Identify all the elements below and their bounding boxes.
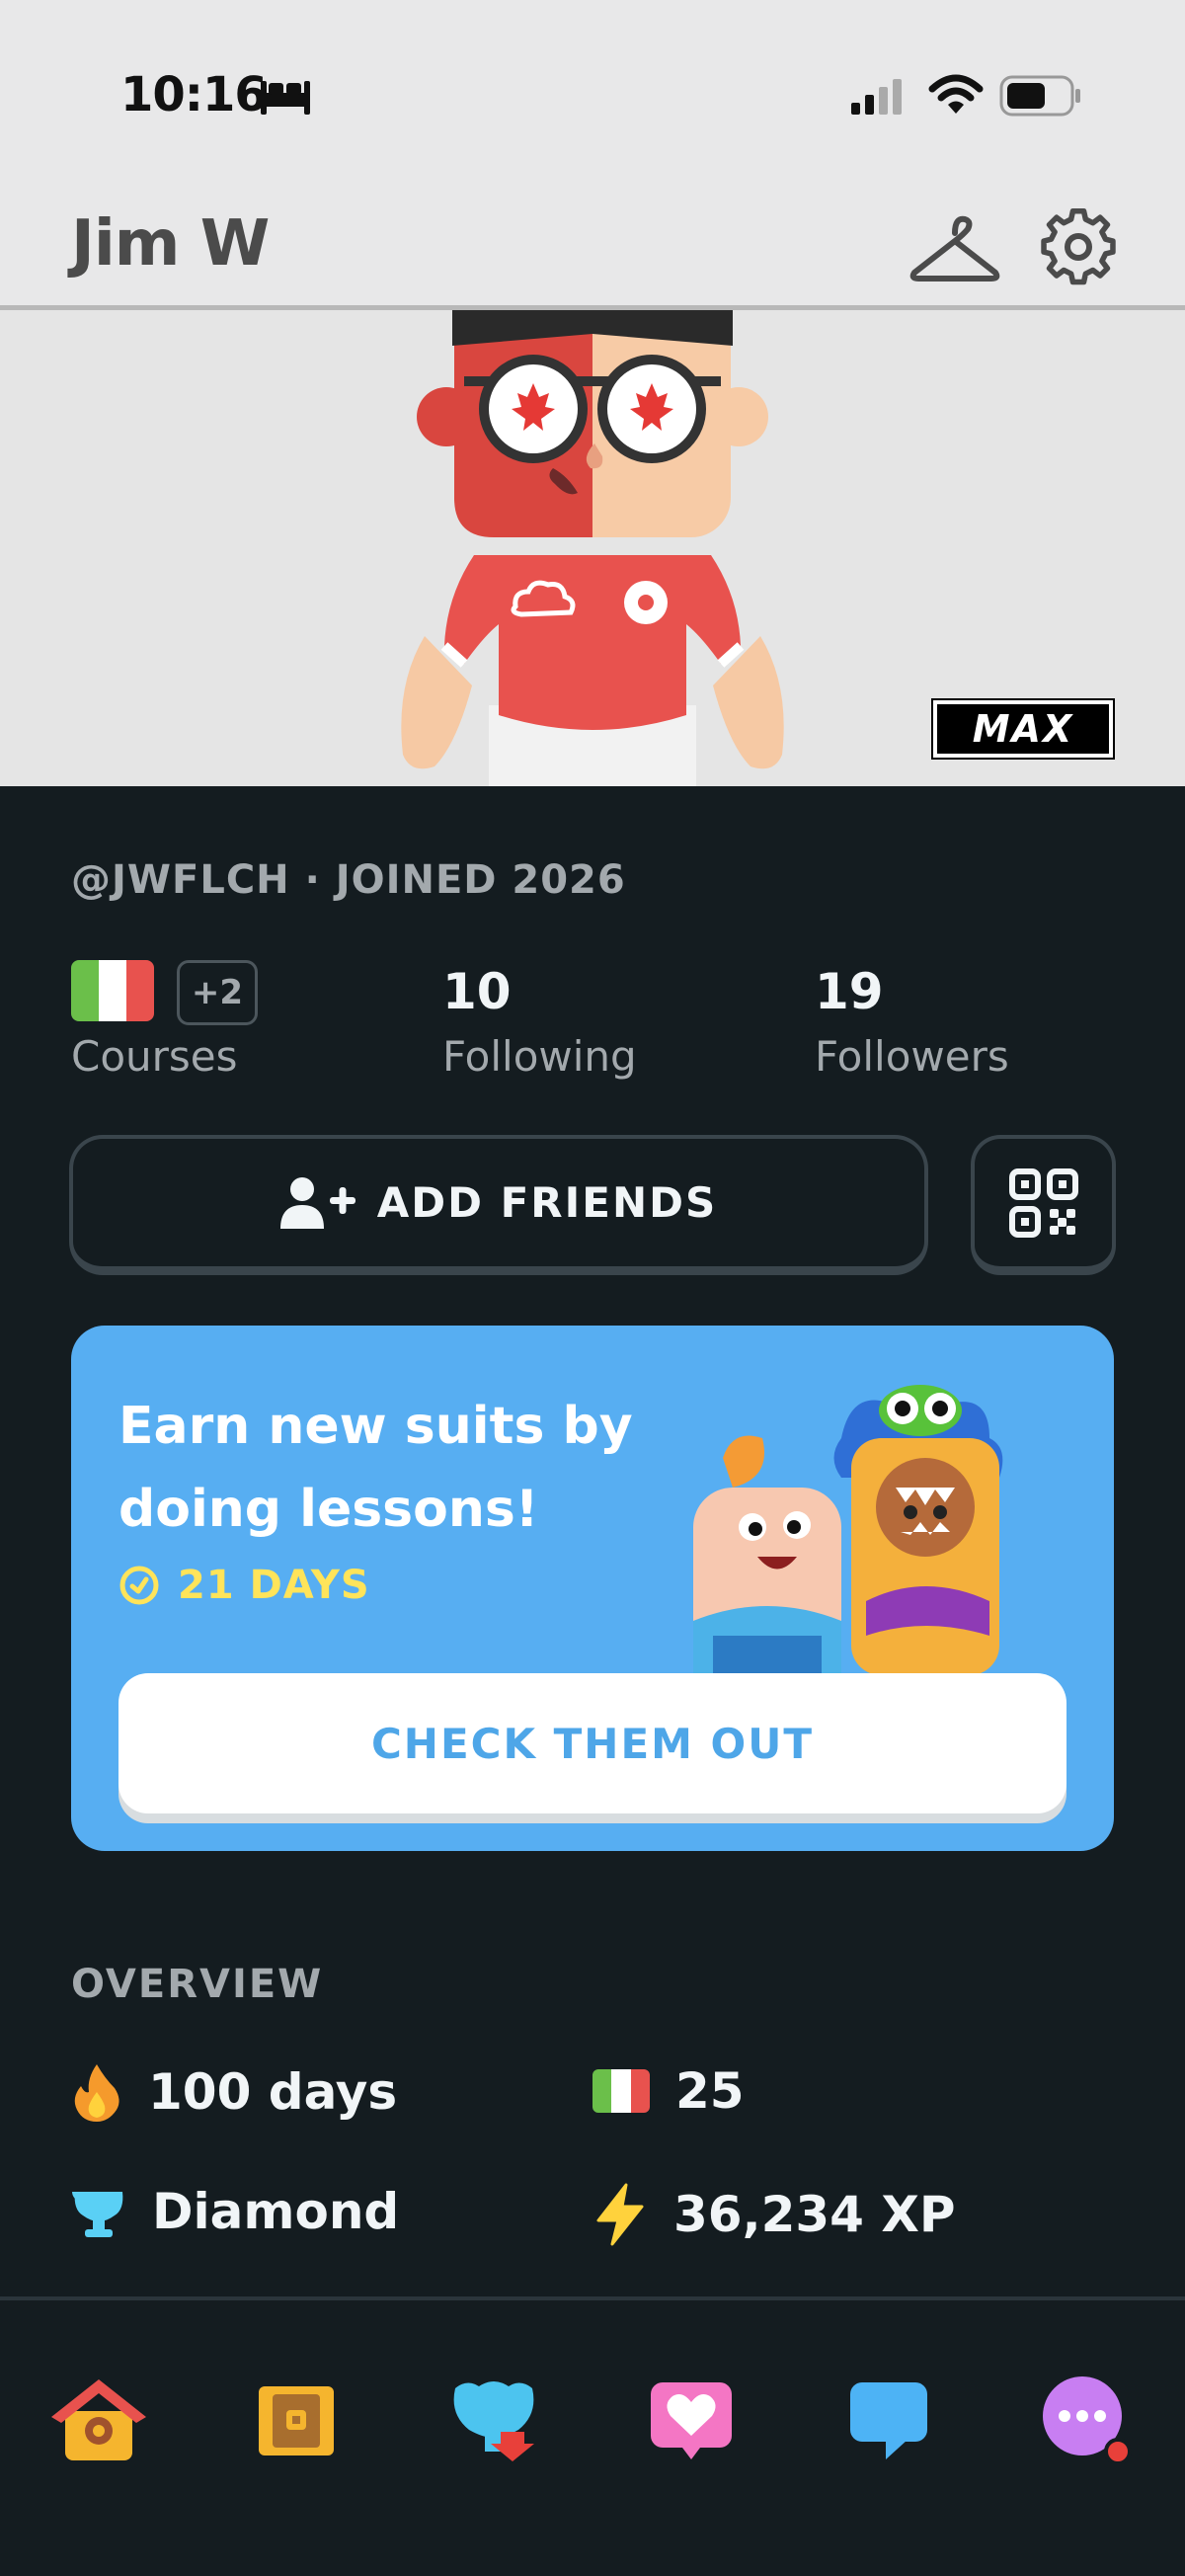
- avatar-display[interactable]: MAX: [0, 310, 1185, 786]
- username-joined: @JWFLCH · JOINED 2026: [71, 857, 626, 903]
- sleep-mode-icon: [261, 81, 310, 115]
- add-person-icon: [279, 1176, 356, 1229]
- streak-stat: 100 days: [71, 2062, 397, 2122]
- course-score-value: 25: [675, 2062, 745, 2120]
- promo-timer: 21 DAYS: [118, 1563, 370, 1608]
- extra-courses-badge[interactable]: +2: [177, 960, 258, 1025]
- gear-icon: [1041, 207, 1116, 285]
- xp-value: 36,234 XP: [673, 2186, 956, 2243]
- xp-stat: 36,234 XP: [592, 2183, 956, 2246]
- add-friends-label: ADD FRIENDS: [376, 1178, 718, 1227]
- course-score-stat: 25: [592, 2062, 745, 2120]
- suits-promo-card: Earn new suits by doing lessons! 21 DAYS…: [71, 1326, 1114, 1851]
- profile-name: Jim W: [71, 207, 270, 281]
- league-value: Diamond: [152, 2183, 400, 2240]
- header-area: 10:16 Jim W: [0, 0, 1185, 310]
- check-them-out-button[interactable]: CHECK THEM OUT: [118, 1673, 1066, 1813]
- avatar-wardrobe-button[interactable]: [908, 209, 1001, 288]
- settings-button[interactable]: [1041, 207, 1116, 286]
- clock-icon: [119, 1566, 159, 1605]
- chat-icon: [850, 2382, 927, 2459]
- lightning-icon: [596, 2183, 644, 2246]
- italian-flag-small-icon: [592, 2069, 650, 2113]
- streak-value: 100 days: [148, 2063, 398, 2121]
- following-count[interactable]: 10: [442, 963, 512, 1020]
- promo-characters-image: [693, 1385, 1003, 1675]
- followers-label[interactable]: Followers: [815, 1032, 1009, 1081]
- fire-icon: [74, 2064, 119, 2122]
- promo-days-label: 21 DAYS: [178, 1563, 370, 1608]
- battery-icon: [999, 75, 1080, 117]
- promo-title: Earn new suits by doing lessons!: [118, 1397, 633, 1539]
- max-badge: MAX: [931, 698, 1115, 760]
- hanger-icon: [909, 215, 1000, 282]
- nav-chat[interactable]: [834, 2366, 943, 2474]
- status-time: 10:16: [120, 67, 268, 122]
- home-icon: [51, 2379, 146, 2460]
- diamond-trophy-icon: [72, 2191, 123, 2237]
- check-them-out-label: CHECK THEM OUT: [370, 1719, 815, 1768]
- followers-count[interactable]: 19: [815, 963, 884, 1020]
- bottom-navigation: [0, 2300, 1185, 2576]
- italian-flag-icon[interactable]: [71, 960, 154, 1021]
- wifi-icon: [928, 74, 984, 114]
- cellular-signal-icon: [851, 79, 902, 115]
- league-icon: [453, 2381, 534, 2461]
- courses-label: Courses: [71, 1032, 238, 1081]
- nav-leagues[interactable]: [439, 2366, 548, 2474]
- following-label[interactable]: Following: [442, 1032, 637, 1081]
- qr-code-button[interactable]: [971, 1135, 1116, 1275]
- heart-icon: [651, 2382, 732, 2459]
- qr-code-icon: [1008, 1167, 1078, 1238]
- nav-health[interactable]: [637, 2366, 746, 2474]
- nav-quests[interactable]: [242, 2366, 351, 2474]
- overview-title: OVERVIEW: [71, 1962, 324, 2007]
- more-icon: [1043, 2376, 1132, 2465]
- nav-home[interactable]: [44, 2366, 153, 2474]
- nav-more[interactable]: [1032, 2366, 1141, 2474]
- league-stat: Diamond: [71, 2183, 399, 2240]
- add-friends-button[interactable]: ADD FRIENDS: [69, 1135, 928, 1275]
- chest-icon: [259, 2386, 334, 2455]
